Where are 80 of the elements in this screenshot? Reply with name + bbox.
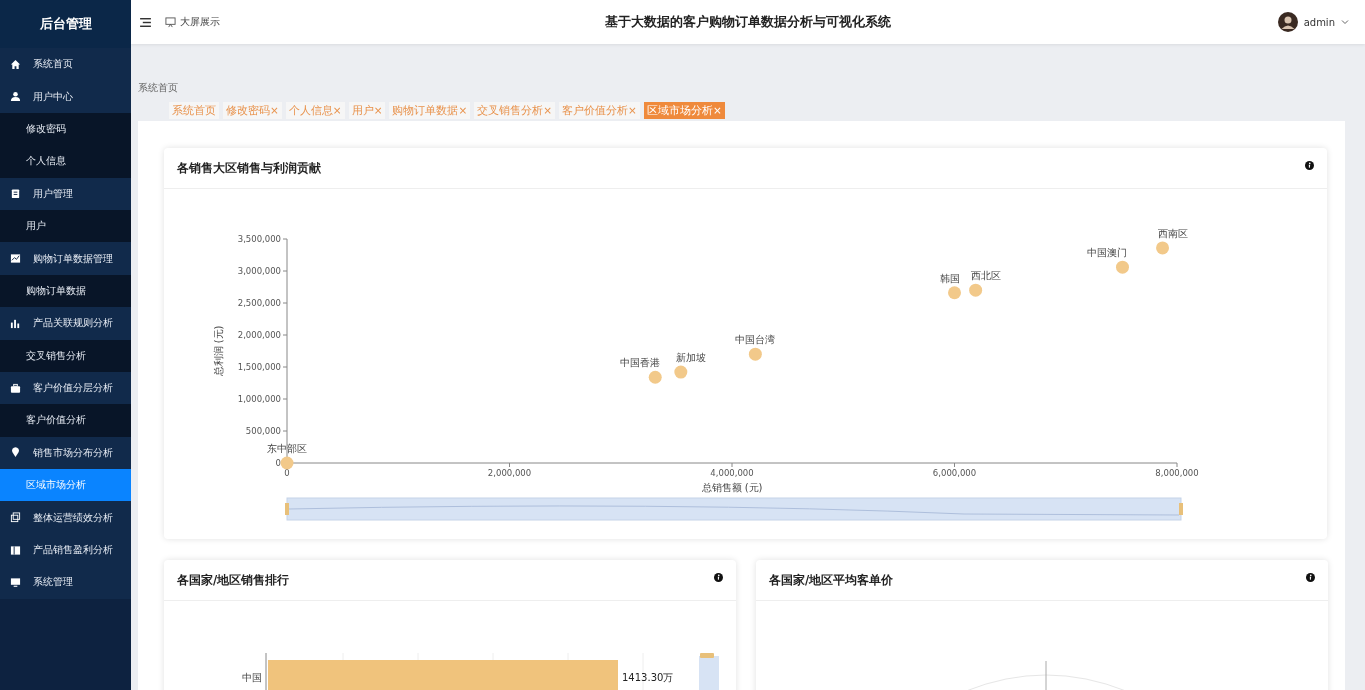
y-tick-label: 1,500,000 [237, 362, 281, 372]
y-axis-title: 总利润 (元) [213, 325, 224, 377]
avatar-icon[interactable] [1277, 12, 1298, 32]
screen-link-label: 大屏展示 [180, 15, 220, 29]
category-label: 中国 [242, 672, 262, 683]
monitor-icon [10, 576, 21, 588]
breadcrumb: 系统首页 [138, 81, 179, 94]
scroll-slider[interactable] [699, 653, 719, 690]
y-axis [265, 652, 267, 690]
sidebar-subitem[interactable]: 购物订单数据 [0, 274, 131, 308]
sidebar-subitem[interactable]: 交叉销售分析 [0, 339, 131, 372]
y-tick-label: 1,000,000 [237, 394, 281, 404]
x-tick-label: 4,000,000 [710, 468, 754, 478]
page-title: 基于大数据的客户购物订单数据分析与可视化系统 [605, 13, 891, 31]
clipboard-icon [10, 188, 21, 200]
sidebar-item[interactable]: 购物订单数据管理 [0, 242, 131, 275]
sidebar-item[interactable]: 产品关联规则分析 [0, 307, 131, 340]
sidebar-item[interactable]: 用户管理 [0, 177, 131, 210]
menu-icon[interactable] [140, 17, 151, 27]
card-title: 各销售大区销售与利润贡献 [177, 160, 321, 176]
y-tick-label: 2,000,000 [237, 330, 281, 340]
caret-icon[interactable] [1341, 19, 1349, 25]
card-title: 各国家/地区销售排行 [177, 572, 290, 588]
point-label: 东中部区 [267, 443, 307, 454]
x-tick-label: 2,000,000 [487, 468, 532, 478]
sidebar-item[interactable]: 销售市场分布分析 [0, 436, 131, 470]
data-point[interactable] [969, 283, 983, 297]
home-icon [10, 58, 21, 70]
sidebar-subitem[interactable]: 修改密码 [0, 112, 131, 146]
screen-link[interactable]: 大屏展示 [165, 15, 220, 29]
sidebar-item[interactable]: 用户中心 [0, 80, 131, 113]
y-tick-label: 2,500,000 [237, 298, 281, 308]
value-label: 1413.30万 [622, 672, 674, 683]
sidebar-item[interactable]: 产品销售盈利分析 [0, 533, 131, 567]
briefcase-icon [10, 382, 21, 394]
monitor-icon [165, 16, 176, 28]
data-point[interactable] [1156, 241, 1170, 255]
sidebar-item[interactable]: 整体运营绩效分析 [0, 501, 131, 534]
y-tick-label: 0 [275, 458, 281, 468]
data-point[interactable] [748, 347, 762, 361]
data-point[interactable] [1116, 260, 1129, 274]
sidebar-title: 后台管理 [0, 0, 131, 48]
y-tick-label: 3,500,000 [237, 234, 281, 244]
data-point[interactable] [674, 365, 688, 379]
sidebar-subitem[interactable]: 区域市场分析 [0, 469, 131, 502]
x-tick-label: 0 [284, 468, 290, 478]
x-tick-label: 8,000,000 [1155, 468, 1199, 478]
user-name[interactable]: admin [1303, 16, 1335, 28]
point-label: 中国澳门 [1087, 247, 1128, 259]
bar-chart-icon [10, 317, 21, 329]
sidebar-subitem[interactable]: 用户 [0, 209, 131, 243]
bar[interactable] [268, 660, 618, 690]
info-icon[interactable] [1305, 160, 1314, 170]
range-slider[interactable] [285, 497, 1183, 521]
user-icon [10, 91, 21, 103]
card-title: 各国家/地区平均客单价 [769, 572, 894, 588]
data-point[interactable] [948, 286, 961, 300]
copy-icon [10, 512, 21, 524]
point-label: 韩国 [939, 272, 960, 284]
chart-icon [10, 253, 21, 265]
info-icon[interactable] [714, 572, 723, 582]
x-axis-title: 总销售额 (元) [701, 482, 763, 493]
sidebar-subitem[interactable]: 个人信息 [0, 145, 131, 178]
book-icon [10, 544, 21, 556]
sidebar-item[interactable]: 客户价值分层分析 [0, 371, 131, 405]
point-label: 中国台湾 [735, 334, 776, 346]
sidebar-item[interactable]: 系统管理 [0, 566, 131, 599]
point-label: 新加坡 [675, 352, 706, 364]
pin-icon [10, 447, 21, 459]
x-tick-label: 6,000,000 [932, 468, 977, 478]
sidebar-item[interactable]: 系统首页 [0, 48, 131, 81]
data-point[interactable] [648, 370, 662, 384]
point-label: 西北区 [970, 270, 1001, 282]
point-label: 中国香港 [620, 357, 661, 369]
y-tick-label: 500,000 [245, 426, 281, 436]
info-icon[interactable] [1306, 572, 1315, 582]
data-point[interactable] [280, 456, 294, 470]
point-label: 西南区 [1157, 227, 1188, 239]
sidebar-subitem[interactable]: 客户价值分析 [0, 404, 131, 437]
y-tick-label: 3,000,000 [237, 266, 281, 276]
